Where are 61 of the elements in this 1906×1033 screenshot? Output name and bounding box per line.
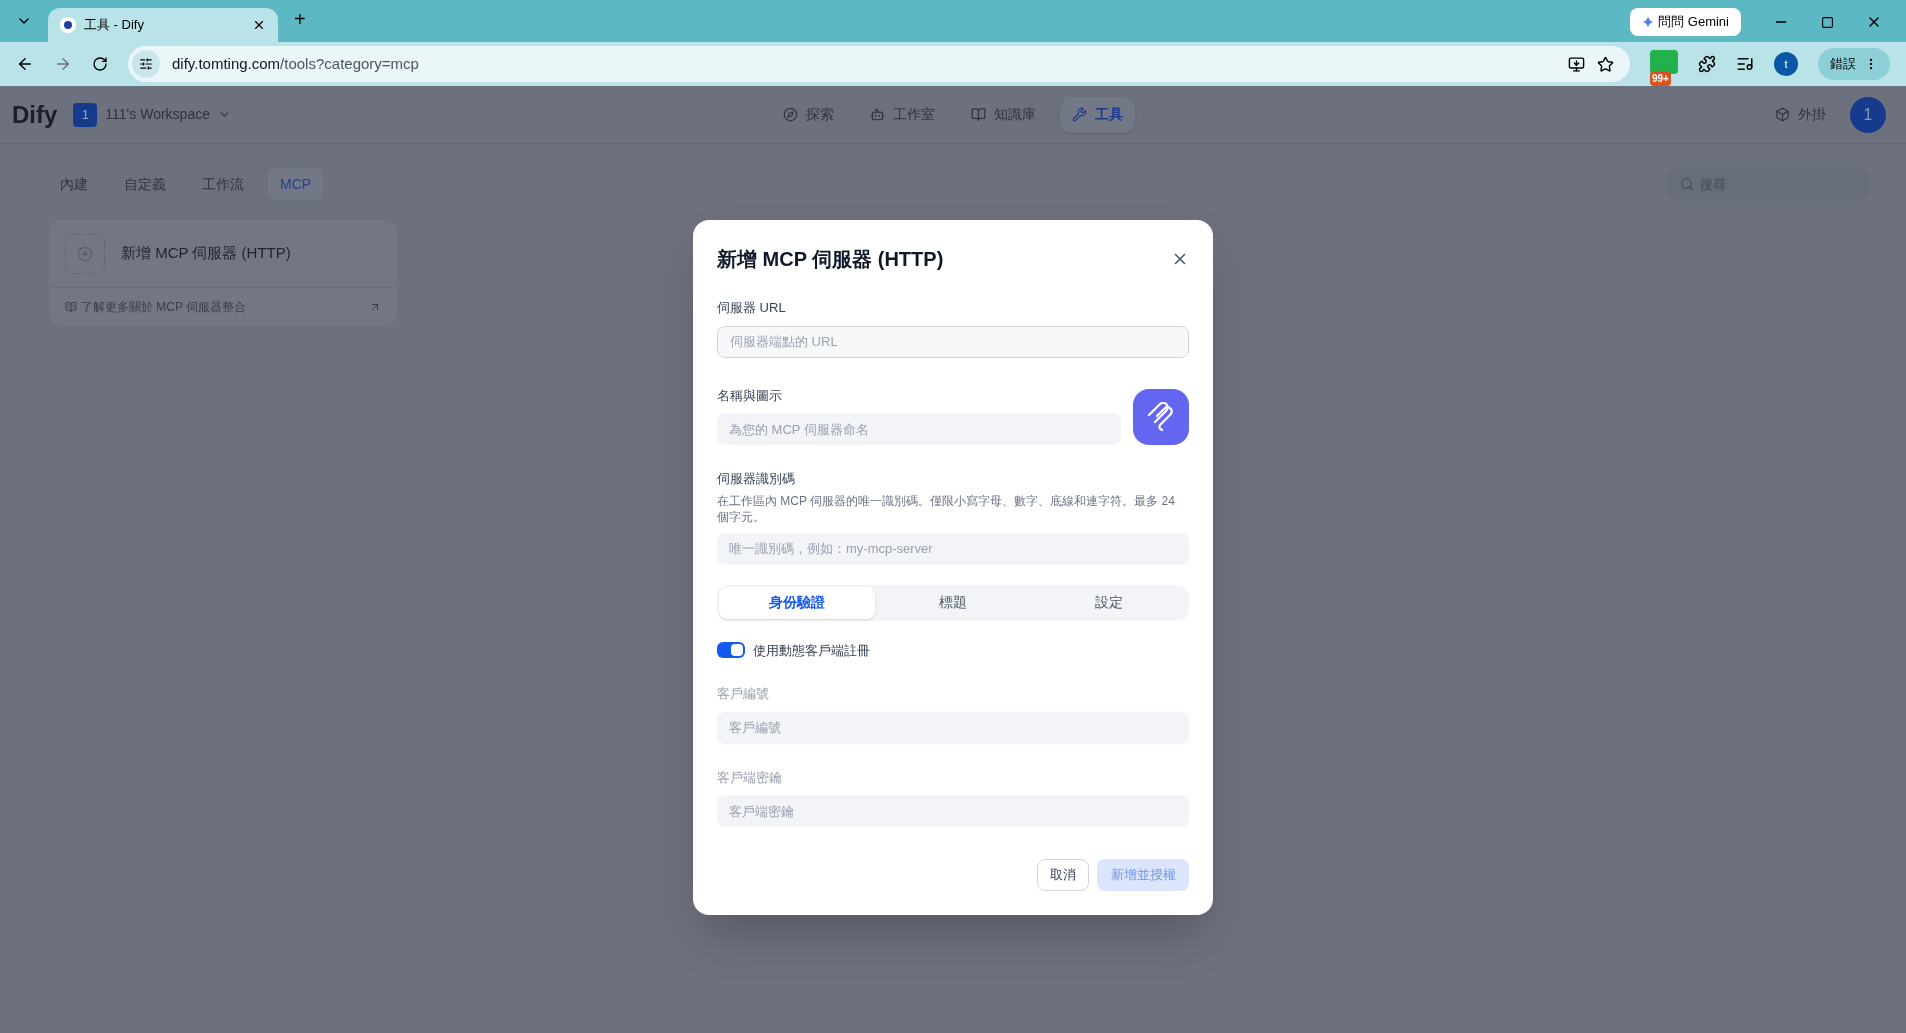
notification-badge: 99+ bbox=[1650, 71, 1671, 86]
tab-title: 工具 - Dify bbox=[84, 16, 145, 35]
nav-item[interactable]: 工具 bbox=[1060, 96, 1135, 133]
plugins-button[interactable]: 外掛 bbox=[1775, 104, 1826, 125]
nav-item[interactable]: 工作室 bbox=[858, 96, 947, 133]
dialog-tab[interactable]: 身份驗證 bbox=[719, 586, 875, 619]
toggle-label: 使用動態客戶端註冊 bbox=[753, 641, 870, 660]
server-icon-picker[interactable] bbox=[1133, 389, 1189, 445]
field-label: 客戶端密鑰 bbox=[717, 768, 783, 787]
site-settings-icon[interactable] bbox=[132, 50, 160, 78]
browser-tab[interactable]: 工具 - Dify bbox=[48, 8, 278, 42]
maximize-icon[interactable] bbox=[1821, 15, 1834, 29]
new-tab-button[interactable]: + bbox=[286, 4, 314, 34]
text-field[interactable]: 為您的 MCP 伺服器命名 bbox=[717, 413, 1121, 445]
external-link-icon bbox=[369, 301, 381, 313]
user-avatar[interactable]: 1 bbox=[1850, 96, 1886, 133]
error-button[interactable]: 錯誤 bbox=[1818, 48, 1890, 80]
nav-icon bbox=[1072, 107, 1087, 122]
dialog-tab[interactable]: 標題 bbox=[875, 586, 1031, 619]
profile-avatar[interactable]: t bbox=[1774, 52, 1798, 76]
category-tab[interactable]: MCP bbox=[268, 168, 324, 200]
dialog-tab[interactable]: 設定 bbox=[1031, 586, 1187, 619]
field-label: 伺服器識別碼 bbox=[717, 470, 796, 488]
category-tab[interactable]: 自定義 bbox=[112, 168, 178, 200]
app-logo[interactable]: Dify bbox=[12, 96, 58, 133]
favicon-icon bbox=[60, 17, 76, 33]
workspace-selector[interactable]: 1 111's Workspace bbox=[73, 102, 231, 127]
sparkle-icon bbox=[1642, 16, 1655, 28]
workspace-badge: 1 bbox=[73, 102, 98, 127]
bookmark-icon[interactable] bbox=[1597, 55, 1614, 73]
nav-icon bbox=[783, 107, 798, 122]
field-label: 伺服器 URL bbox=[717, 299, 787, 317]
extensions-icon[interactable] bbox=[1698, 55, 1716, 73]
address-bar[interactable]: dify.tomting.com/tools?category=mcp bbox=[128, 46, 1630, 82]
mcp-logo-icon bbox=[1147, 402, 1175, 432]
gemini-button[interactable]: 問問 Gemini bbox=[1630, 8, 1741, 36]
category-tab[interactable]: 工作流 bbox=[190, 168, 256, 200]
media-icon[interactable] bbox=[1736, 55, 1754, 73]
install-icon[interactable] bbox=[1568, 55, 1585, 73]
field-help-text: 在工作區內 MCP 伺服器的唯一識別碼。僅限小寫字母、數字、底線和連字符。最多 24 個字元。 bbox=[717, 492, 1176, 525]
cube-icon bbox=[1775, 107, 1790, 122]
reload-icon[interactable] bbox=[92, 56, 108, 72]
text-field[interactable]: 伺服器端點的 URL bbox=[717, 325, 1189, 358]
nav-icon bbox=[870, 107, 885, 122]
nav-item[interactable]: 探索 bbox=[771, 96, 846, 133]
forward-icon[interactable] bbox=[54, 55, 72, 73]
search-icon bbox=[1680, 177, 1694, 191]
field-label: 客戶編號 bbox=[717, 685, 770, 703]
category-tab[interactable]: 內建 bbox=[48, 168, 100, 200]
nav-icon bbox=[971, 107, 986, 122]
back-icon[interactable] bbox=[16, 55, 34, 73]
add-icon bbox=[65, 233, 105, 274]
nav-item[interactable]: 知識庫 bbox=[959, 96, 1048, 133]
book-icon bbox=[65, 301, 77, 313]
field-label: 名稱與圖示 bbox=[717, 386, 783, 405]
cancel-button[interactable]: 取消 bbox=[1037, 859, 1089, 891]
close-icon[interactable] bbox=[252, 18, 266, 32]
toggle-switch[interactable] bbox=[717, 642, 745, 659]
dialog-title: 新增 MCP 伺服器 (HTTP) bbox=[717, 247, 944, 272]
url-text: dify.tomting.com/tools?category=mcp bbox=[172, 53, 420, 74]
card-title: 新增 MCP 伺服器 (HTTP) bbox=[121, 243, 291, 264]
